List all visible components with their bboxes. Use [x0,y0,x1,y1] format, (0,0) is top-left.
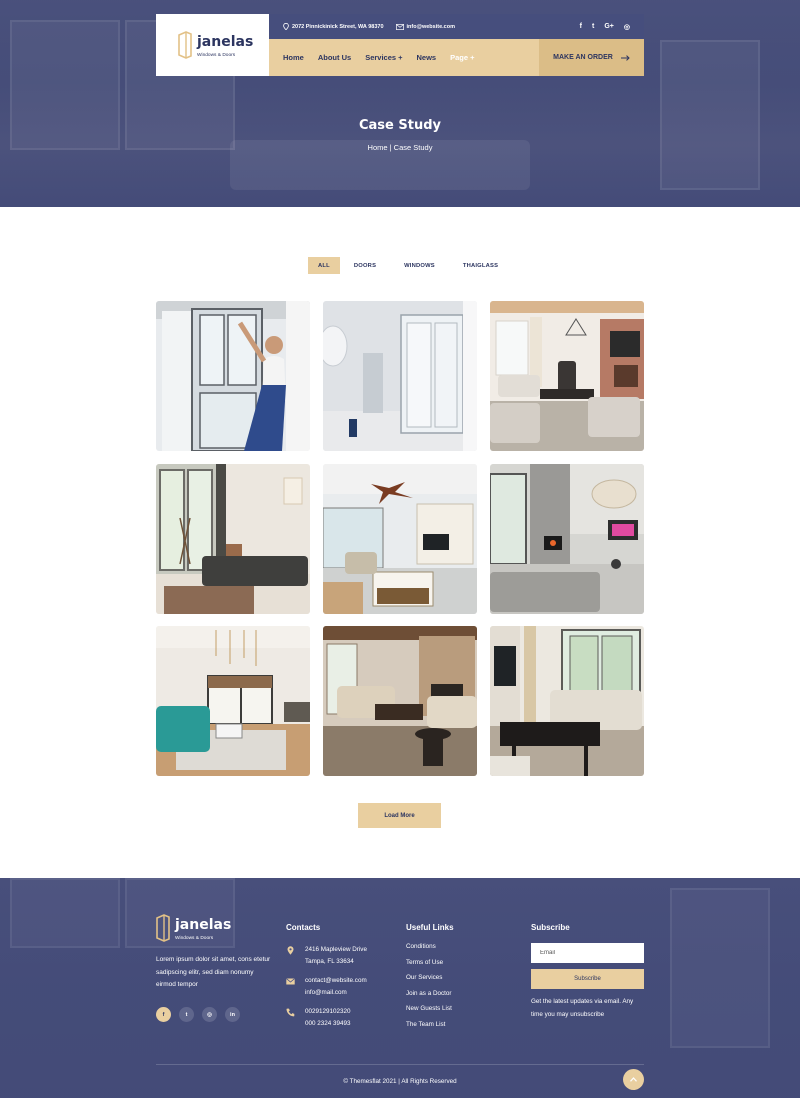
site-footer: janelas Windows & Doors Lorem ipsum dolo… [0,878,800,1098]
contact-email-2[interactable]: info@mail.com [305,987,367,999]
contact-phone-1[interactable]: 0029129102320 [305,1006,351,1018]
gallery-item-6[interactable] [490,464,644,614]
subscribe-button[interactable]: Subscribe [531,969,644,989]
twitter-icon[interactable]: t [592,23,594,30]
google-plus-icon[interactable]: G+ [604,23,614,30]
living-room-stone-fireplace-image [323,626,477,776]
living-room-teal-sofa-image [156,626,310,776]
envelope-icon [286,978,295,985]
location-pin-icon [287,946,294,955]
instagram-icon[interactable]: ◎ [624,23,630,31]
useful-links-list: Conditions Terms of Use Our Services Joi… [406,943,452,1036]
gallery-item-7[interactable] [156,626,310,776]
bathroom-shower-image [323,301,477,451]
make-order-label: MAKE AN ORDER [553,54,613,61]
gallery-item-4[interactable] [156,464,310,614]
logo-tagline: Windows & Doors [197,52,236,58]
background-window [670,888,770,1048]
footer-about-text: Lorem ipsum dolor sit amet, cons etetur … [156,956,271,988]
contact-phone: 0029129102320 000 2324 39493 [286,1006,351,1030]
email-text: info@website.com [406,23,455,30]
gallery-item-5[interactable] [323,464,477,614]
footer-link-services[interactable]: Our Services [406,974,452,990]
back-to-top-button[interactable] [623,1069,644,1090]
gallery-item-8[interactable] [323,626,477,776]
window-logo-icon [156,914,170,942]
nav-page[interactable]: Page + [450,53,474,62]
background-window [10,878,120,948]
page-hero: janelas Windows & Doors 2072 Pinnickinic… [0,0,800,207]
footer-logo[interactable]: janelas Windows & Doors [156,914,231,942]
page-title: Case Study [358,118,441,133]
email-info[interactable]: info@website.com [395,23,455,30]
nav-news[interactable]: News [417,53,437,62]
footer-linkedin-icon[interactable]: in [225,1007,240,1022]
address-line-2: Tampa, FL 33634 [305,958,354,965]
arrow-right-icon [620,54,630,61]
filter-all[interactable]: ALL [308,257,340,274]
gallery-item-1[interactable] [156,301,310,451]
filter-windows[interactable]: WINDOWS [390,257,449,274]
main-nav: Home About Us Services + News Page + MAK… [269,39,644,76]
address-info: 2072 Pinnickinick Street, WA 98370 [283,23,384,30]
footer-link-terms[interactable]: Terms of Use [406,959,452,975]
background-window [660,40,760,190]
footer-social-links: f t ◎ in [156,1007,240,1022]
contact-phone-2[interactable]: 000 2324 39493 [305,1018,351,1030]
make-order-button[interactable]: MAKE AN ORDER [539,39,644,76]
header-social-links: f t G+ ◎ [580,23,630,31]
subscribe-email-input[interactable] [531,943,644,963]
contact-address: 2416 Mapleview Drive Tampa, FL 33634 [286,944,367,968]
envelope-icon [395,23,404,30]
footer-link-join-doctor[interactable]: Join as a Doctor [406,990,452,1006]
top-info-bar: 2072 Pinnickinick Street, WA 98370 info@… [269,14,644,39]
contact-email: contact@website.com info@mail.com [286,975,367,999]
footer-facebook-icon[interactable]: f [156,1007,171,1022]
worker-installing-window-image [156,301,310,451]
useful-links-heading: Useful Links [406,923,454,932]
load-more-button[interactable]: Load More [358,803,441,828]
address-line-1: 2416 Mapleview Drive [305,946,367,953]
site-logo[interactable]: janelas Windows & Doors [156,14,269,76]
living-room-gray-sofa-image [156,464,310,614]
modern-living-room-concrete-fireplace-image [490,464,644,614]
address-text: 2072 Pinnickinick Street, WA 98370 [292,23,384,30]
nav-services[interactable]: Services + [365,53,402,62]
gallery-item-2[interactable] [323,301,477,451]
living-room-glass-coffee-table-image [490,626,644,776]
facebook-icon[interactable]: f [580,23,582,30]
nav-about[interactable]: About Us [318,53,351,62]
contact-email-1[interactable]: contact@website.com [305,975,367,987]
living-room-fireplace-image [490,301,644,451]
footer-instagram-icon[interactable]: ◎ [202,1007,217,1022]
subscribe-note: Get the latest updates via email. Any ti… [531,998,634,1018]
gallery-item-3[interactable] [490,301,644,451]
footer-logo-tagline: Windows & Doors [175,935,214,941]
bright-living-room-ceiling-fan-image [323,464,477,614]
filter-doors[interactable]: DOORS [340,257,390,274]
location-pin-icon [283,23,289,30]
filter-tabs: ALL DOORS WINDOWS THAIGLASS [308,257,512,274]
subscribe-heading: Subscribe [531,923,570,932]
footer-divider [156,1064,644,1065]
copyright-text: © Themesflat 2021 | All Rights Reserved [343,1078,457,1085]
footer-link-team-list[interactable]: The Team List [406,1021,452,1037]
contacts-heading: Contacts [286,923,321,932]
footer-logo-name: janelas [175,916,232,933]
footer-link-conditions[interactable]: Conditions [406,943,452,959]
filter-thaiglass[interactable]: THAIGLASS [449,257,512,274]
chevron-up-icon [630,1077,637,1082]
phone-icon [286,1008,295,1017]
nav-home[interactable]: Home [283,53,304,62]
footer-twitter-icon[interactable]: t [179,1007,194,1022]
window-logo-icon [178,31,192,59]
gallery-item-9[interactable] [490,626,644,776]
logo-name: janelas [197,33,254,50]
breadcrumb[interactable]: Home | Case Study [0,143,800,152]
footer-link-new-guests[interactable]: New Guests List [406,1005,452,1021]
